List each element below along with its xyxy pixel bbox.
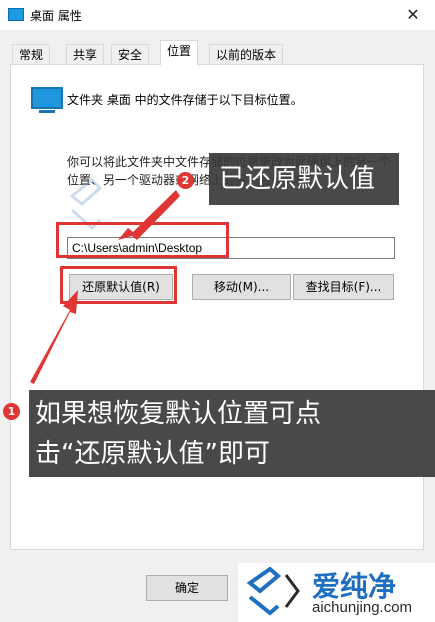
- callout-restored: 已还原默认值: [209, 153, 399, 205]
- tab-location[interactable]: 位置: [160, 40, 199, 65]
- callout-instruction-line2: 击“还原默认值”即可: [35, 439, 270, 469]
- step-badge-2: 2: [177, 172, 194, 189]
- arrow-to-restore: [30, 290, 78, 384]
- ok-button[interactable]: 确定: [146, 575, 228, 601]
- logo-mark-icon: [246, 567, 300, 616]
- step-badge-1: 1: [3, 403, 20, 420]
- annotation-arrows: [30, 190, 180, 384]
- site-logo: 爱纯净 aichunjing.com: [238, 563, 435, 622]
- arrow-to-path: [118, 190, 180, 240]
- callout-instruction-line1: 如果想恢复默认位置可点: [35, 399, 322, 429]
- callout-instruction: 如果想恢复默认位置可点 击“还原默认值”即可: [29, 390, 435, 477]
- logo-url: aichunjing.com: [312, 599, 413, 616]
